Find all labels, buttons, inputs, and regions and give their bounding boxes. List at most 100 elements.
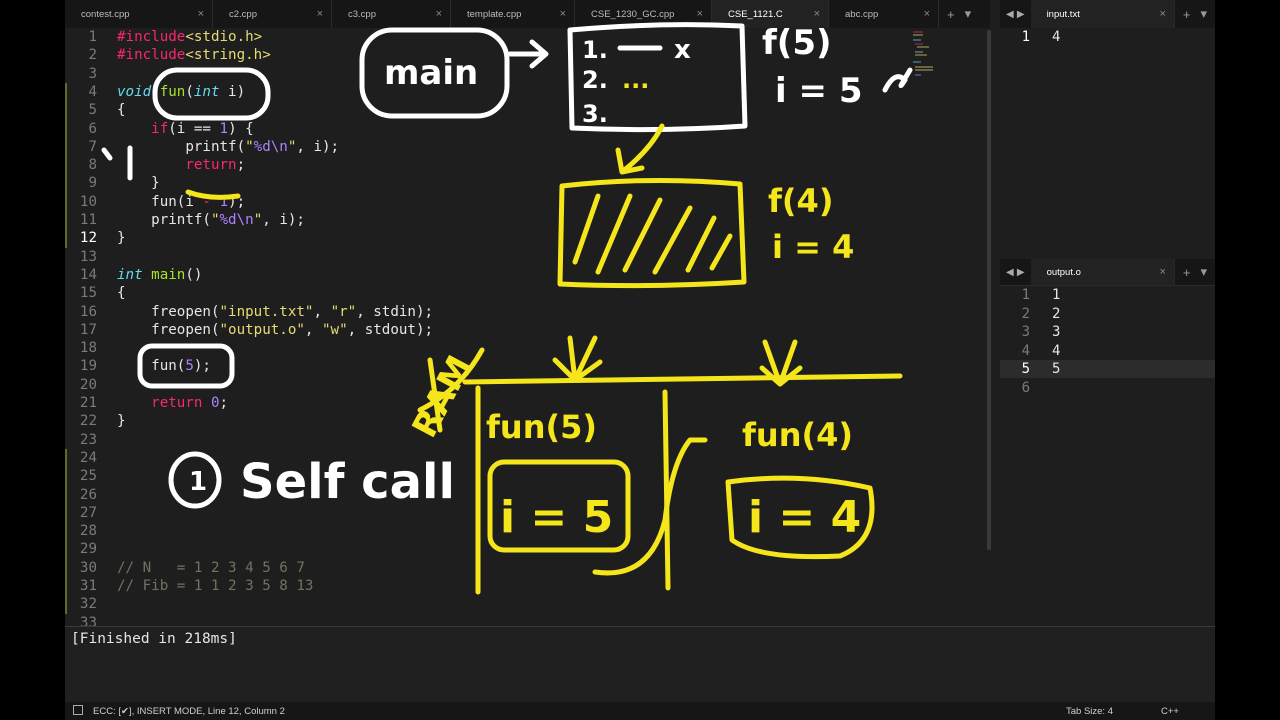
code-line[interactable]: 7 printf("%d\n", i); bbox=[65, 138, 990, 156]
code-line[interactable]: 20 bbox=[65, 376, 990, 394]
tab-contest-cpp[interactable]: contest.cpp × bbox=[65, 0, 213, 28]
code-line[interactable]: 6 if(i == 1) { bbox=[65, 120, 990, 138]
code-line[interactable]: 12} bbox=[65, 229, 990, 247]
code-line[interactable]: 1 #include<stdio.h> bbox=[65, 28, 990, 46]
code-line[interactable]: 9 } bbox=[65, 174, 990, 192]
line-number: 19 bbox=[79, 358, 97, 375]
tab-bar: contest.cpp × c2.cpp × c3.cpp × template.cpp × C… bbox=[65, 0, 990, 29]
code-editor[interactable]: 1 #include<stdio.h> 2 #include<string.h> 3 4 v… bbox=[65, 28, 990, 626]
code-line[interactable]: 2 #include<string.h> bbox=[65, 46, 990, 64]
pane-nav-arrows[interactable]: ◀ ▶ bbox=[1000, 0, 1031, 28]
code-line[interactable]: 16 freopen("input.txt", "r", stdin); bbox=[65, 303, 990, 321]
pane-nav-arrows[interactable]: ◀ ▶ bbox=[1000, 259, 1031, 285]
close-icon[interactable]: × bbox=[560, 8, 566, 20]
code-line[interactable]: 25 bbox=[65, 467, 990, 485]
code-line[interactable]: 19 fun(5); bbox=[65, 357, 990, 375]
code-text: fun(i - 1); bbox=[117, 193, 245, 211]
tab-controls: + ▾ bbox=[939, 0, 979, 28]
add-tab-icon[interactable]: + bbox=[1183, 7, 1191, 22]
tab-output-o[interactable]: output.o × bbox=[1030, 259, 1175, 285]
syntax-indicator[interactable]: C++ bbox=[1161, 706, 1179, 717]
code-line[interactable]: 33 bbox=[65, 614, 990, 626]
code-token: 0 bbox=[210, 395, 220, 411]
pane-line[interactable]: 6 bbox=[1000, 379, 1215, 397]
pane-line[interactable]: 22 bbox=[1000, 305, 1215, 323]
pane-line[interactable]: 55 bbox=[1000, 360, 1215, 378]
code-line[interactable]: 17 freopen("output.o", "w", stdout); bbox=[65, 321, 990, 339]
code-line[interactable]: 5{ bbox=[65, 101, 990, 119]
pane-controls: + ▾ bbox=[1175, 259, 1215, 285]
code-line[interactable]: 24 bbox=[65, 449, 990, 467]
tab-abc-cpp[interactable]: abc.cpp × bbox=[829, 0, 939, 28]
code-line[interactable]: 26 bbox=[65, 486, 990, 504]
code-line[interactable]: 10 fun(i - 1); bbox=[65, 193, 990, 211]
tab-cse-1230-gc-cpp[interactable]: CSE_1230_GC.cpp × bbox=[575, 0, 712, 28]
tab-menu-icon[interactable]: ▾ bbox=[1200, 264, 1207, 280]
code-line[interactable]: 18 bbox=[65, 339, 990, 357]
close-icon[interactable]: × bbox=[198, 8, 204, 20]
input-pane[interactable]: 14 bbox=[1000, 28, 1215, 258]
tab-menu-icon[interactable]: ▾ bbox=[1200, 6, 1207, 22]
minimap[interactable] bbox=[913, 30, 935, 90]
code-text: printf("%d\n", i); bbox=[117, 138, 339, 156]
code-token: "r" bbox=[330, 303, 357, 320]
code-line[interactable]: 31 // Fib = 1 1 2 3 5 8 13 bbox=[65, 577, 990, 595]
line-value: 4 bbox=[1052, 29, 1061, 45]
build-output-panel[interactable]: [Finished in 218ms] bbox=[65, 626, 1215, 703]
code-line[interactable]: 4 void fun(int i) bbox=[65, 83, 990, 101]
line-number: 3 bbox=[88, 65, 97, 82]
tab-menu-icon[interactable]: ▾ bbox=[965, 6, 972, 22]
code-token: "input.txt" bbox=[219, 303, 314, 320]
code-line[interactable]: 27 bbox=[65, 504, 990, 522]
code-line[interactable]: 8 return; bbox=[65, 156, 990, 174]
code-line[interactable]: 30 // N = 1 2 3 4 5 6 7 bbox=[65, 559, 990, 577]
pane-line[interactable]: 14 bbox=[1000, 28, 1215, 46]
code-token: , i); bbox=[296, 138, 340, 155]
pane-line[interactable]: 11 bbox=[1000, 286, 1215, 304]
code-line[interactable]: 23 bbox=[65, 431, 990, 449]
pane-line[interactable]: 44 bbox=[1000, 342, 1215, 360]
tab-input-txt[interactable]: input.txt × bbox=[1030, 0, 1175, 28]
close-icon[interactable]: × bbox=[814, 8, 820, 20]
add-tab-icon[interactable]: + bbox=[947, 7, 955, 22]
editor-scrollbar[interactable] bbox=[987, 30, 991, 550]
pane-line[interactable]: 33 bbox=[1000, 323, 1215, 341]
tab-c2-cpp[interactable]: c2.cpp × bbox=[213, 0, 332, 28]
code-line[interactable]: 3 bbox=[65, 65, 990, 83]
code-line[interactable]: 14 int main() bbox=[65, 266, 990, 284]
code-token: - bbox=[202, 193, 211, 210]
code-line[interactable]: 15 { bbox=[65, 284, 990, 302]
tab-size-indicator[interactable]: Tab Size: 4 bbox=[1066, 706, 1113, 717]
code-token: freopen( bbox=[117, 321, 220, 338]
line-number: 24 bbox=[79, 449, 97, 466]
code-line[interactable]: 13 bbox=[65, 248, 990, 266]
close-icon[interactable]: × bbox=[1159, 266, 1165, 278]
code-line[interactable]: 29 bbox=[65, 540, 990, 558]
close-icon[interactable]: × bbox=[436, 8, 442, 20]
tab-template-cpp[interactable]: template.cpp × bbox=[451, 0, 575, 28]
output-file-pane[interactable]: 11223344556 bbox=[1000, 286, 1215, 624]
code-token: %d\n bbox=[253, 138, 288, 155]
tab-cse-1121-c[interactable]: CSE_1121.C × bbox=[712, 0, 829, 28]
close-icon[interactable]: × bbox=[697, 8, 703, 20]
code-line[interactable]: 28 bbox=[65, 522, 990, 540]
panel-toggle-icon[interactable] bbox=[73, 705, 83, 715]
code-line[interactable]: 21 return 0; bbox=[65, 394, 990, 412]
code-token: #include bbox=[117, 29, 186, 45]
code-token: freopen( bbox=[117, 303, 220, 320]
code-line[interactable]: 11 printf("%d\n", i); bbox=[65, 211, 990, 229]
line-number: 29 bbox=[79, 541, 97, 558]
code-token: { bbox=[117, 102, 126, 119]
code-token: <string.h> bbox=[185, 47, 271, 64]
line-number: 10 bbox=[79, 193, 97, 210]
code-text: void fun(int i) bbox=[117, 83, 245, 101]
add-tab-icon[interactable]: + bbox=[1183, 265, 1191, 280]
code-line[interactable]: 22} bbox=[65, 412, 990, 430]
tab-c3-cpp[interactable]: c3.cpp × bbox=[332, 0, 451, 28]
close-icon[interactable]: × bbox=[924, 8, 930, 20]
close-icon[interactable]: × bbox=[317, 8, 323, 20]
line-number: 20 bbox=[79, 376, 97, 393]
close-icon[interactable]: × bbox=[1159, 8, 1165, 20]
code-line[interactable]: 32 bbox=[65, 595, 990, 613]
